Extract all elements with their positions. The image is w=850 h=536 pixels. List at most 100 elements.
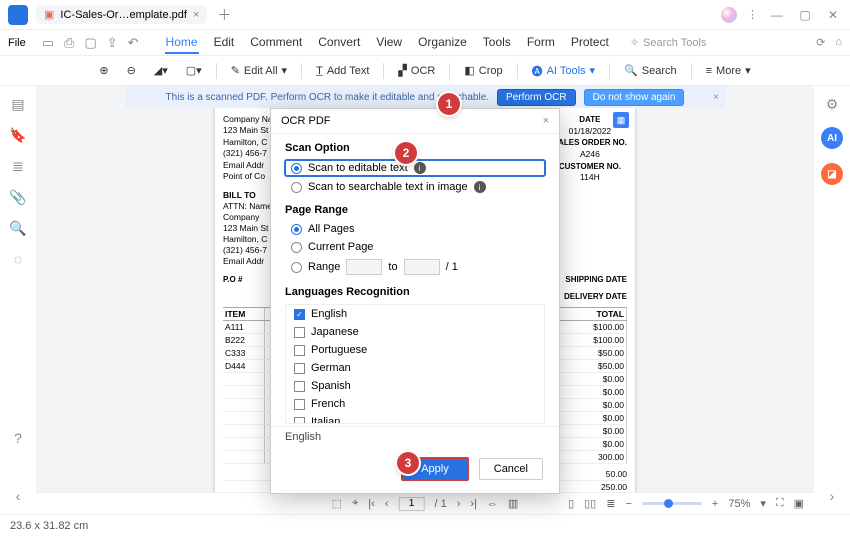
highlight-tool[interactable]: ◢▾ xyxy=(148,61,174,80)
zoom-out-icon[interactable]: − xyxy=(625,498,631,510)
fit-width-icon[interactable]: ⇔ xyxy=(487,498,498,510)
language-option[interactable]: German xyxy=(286,359,544,377)
share-icon[interactable]: ⇪ xyxy=(107,35,118,51)
language-list[interactable]: EnglishJapanesePortugueseGermanSpanishFr… xyxy=(285,304,545,424)
thumbnail-icon[interactable]: ▤ xyxy=(11,96,24,113)
ocr-button[interactable]: ▞ OCR xyxy=(392,61,441,80)
zoom-in-button[interactable]: ⊕ xyxy=(93,61,114,80)
collapse-left-icon[interactable]: ‹ xyxy=(16,488,21,504)
account-avatar[interactable] xyxy=(721,7,737,23)
open-icon[interactable]: ▭ xyxy=(42,35,54,51)
shape-tool[interactable]: ▢▾ xyxy=(180,61,208,80)
help-icon[interactable]: ? xyxy=(14,430,22,446)
add-tab-button[interactable]: ＋ xyxy=(217,5,231,25)
language-option[interactable]: English xyxy=(286,305,544,323)
add-text-button[interactable]: T̲ Add Text xyxy=(310,62,375,80)
view-continuous-icon[interactable]: ≣ xyxy=(606,497,615,510)
range-to-input[interactable] xyxy=(404,259,440,275)
view-single-icon[interactable]: ▯ xyxy=(568,497,574,510)
menu-tab-home[interactable]: Home xyxy=(165,32,199,54)
zoom-out-button[interactable]: ⊖ xyxy=(121,61,142,80)
language-option[interactable]: French xyxy=(286,395,544,413)
minimize-button[interactable]: — xyxy=(768,8,786,22)
option-all-pages[interactable]: All Pages xyxy=(271,220,559,238)
menu-tab-form[interactable]: Form xyxy=(526,32,556,54)
checkbox-icon xyxy=(294,363,305,374)
fields-icon[interactable]: ≣ xyxy=(12,158,24,175)
view-toolbar: ⬚ ⌖ |‹ ‹ / 1 › ›| ⇔ ▥ ▯ ▯▯ ≣ − + 75%▾ ⛶ … xyxy=(36,492,814,514)
range-from-input[interactable] xyxy=(346,259,382,275)
ai-tools-button[interactable]: 🅐 AI Tools▾ xyxy=(526,60,601,82)
more-button[interactable]: ≡ More▾ xyxy=(700,61,757,80)
menu-file[interactable]: File xyxy=(8,37,26,49)
info-icon[interactable]: i xyxy=(414,162,426,174)
close-tab-icon[interactable]: × xyxy=(193,9,199,21)
dimensions-label: 23.6 x 31.82 cm xyxy=(10,520,88,532)
page-number-input[interactable] xyxy=(398,497,424,511)
option-editable-text[interactable]: Scan to editable text i xyxy=(285,160,545,176)
fit-page-icon[interactable]: ⛶ xyxy=(776,497,784,510)
option-range[interactable]: Range to / 1 xyxy=(271,256,559,278)
zoom-level: 75% xyxy=(728,498,750,510)
menu-tab-edit[interactable]: Edit xyxy=(213,32,236,54)
app-chip-icon[interactable]: ◪ xyxy=(821,163,843,185)
menu-tab-tools[interactable]: Tools xyxy=(482,32,512,54)
attachment-icon[interactable]: 📎 xyxy=(9,189,26,206)
menubar: File ▭ ⎙ ▢ ⇪ ↶ Home Edit Comment Convert Vie… xyxy=(0,30,850,56)
menu-tab-convert[interactable]: Convert xyxy=(317,32,361,54)
hand-tool-icon[interactable]: ⬚ xyxy=(332,497,342,510)
checkbox-icon xyxy=(294,327,305,338)
option-searchable-text[interactable]: Scan to searchable text in image i xyxy=(271,178,559,196)
doc-type-icon: ▦ xyxy=(613,112,629,128)
menu-tab-view[interactable]: View xyxy=(375,32,403,54)
dialog-close-icon[interactable]: × xyxy=(543,115,549,127)
collapse-right-icon[interactable]: › xyxy=(830,488,835,504)
home-icon[interactable]: ⌂ xyxy=(835,36,842,49)
option-current-page[interactable]: Current Page xyxy=(271,238,559,256)
bookmark-icon[interactable]: 🔖 xyxy=(9,127,26,144)
search-tools[interactable]: ✧ Search Tools xyxy=(630,36,707,49)
menu-tab-comment[interactable]: Comment xyxy=(249,32,303,54)
zoom-slider[interactable] xyxy=(642,502,702,505)
banner-close-icon[interactable]: × xyxy=(713,92,719,103)
view-double-icon[interactable]: ▯▯ xyxy=(584,497,596,510)
cancel-button[interactable]: Cancel xyxy=(479,458,543,480)
next-page-icon[interactable]: › xyxy=(457,498,461,510)
document-tab[interactable]: ▣ IC-Sales-Or…emplate.pdf × xyxy=(36,5,207,24)
edit-all-button[interactable]: ✎ Edit All▾ xyxy=(225,61,293,80)
perform-ocr-button[interactable]: Perform OCR xyxy=(497,89,576,106)
search-button[interactable]: 🔍 Search xyxy=(618,61,683,80)
select-tool-icon[interactable]: ⌖ xyxy=(352,497,358,510)
ai-chip-icon[interactable]: AI xyxy=(821,127,843,149)
settings-icon[interactable]: ⚙ xyxy=(826,96,839,113)
fullscreen-icon[interactable]: ▣ xyxy=(794,497,804,510)
kebab-icon[interactable]: ⋮ xyxy=(747,8,758,21)
zoom-in-icon[interactable]: + xyxy=(712,498,718,510)
last-page-icon[interactable]: ›| xyxy=(470,498,477,510)
maximize-button[interactable]: ▢ xyxy=(796,8,814,22)
print-icon[interactable]: ⎙ xyxy=(64,35,74,51)
info-icon[interactable]: i xyxy=(474,181,486,193)
layout-icon[interactable]: ▥ xyxy=(508,497,518,510)
menu-tab-organize[interactable]: Organize xyxy=(417,32,468,54)
language-option[interactable]: Spanish xyxy=(286,377,544,395)
prev-page-icon[interactable]: ‹ xyxy=(385,498,389,510)
undo-icon[interactable]: ↶ xyxy=(128,35,139,51)
languages-heading: Languages Recognition xyxy=(271,278,559,302)
search-rail-icon[interactable]: 🔍 xyxy=(9,220,26,237)
checkbox-icon xyxy=(294,399,305,410)
crop-button[interactable]: ◧ Crop xyxy=(458,61,508,80)
language-option[interactable]: Portuguese xyxy=(286,341,544,359)
close-window-button[interactable]: ✕ xyxy=(824,8,842,22)
menu-tab-protect[interactable]: Protect xyxy=(570,32,610,54)
cloud-icon[interactable]: ⟳ xyxy=(816,36,825,49)
first-page-icon[interactable]: |‹ xyxy=(368,498,375,510)
language-option[interactable]: Japanese xyxy=(286,323,544,341)
save-icon[interactable]: ▢ xyxy=(84,35,96,51)
dont-show-again-button[interactable]: Do not show again xyxy=(584,89,685,106)
page-range-heading: Page Range xyxy=(271,196,559,220)
tab-title: IC-Sales-Or…emplate.pdf xyxy=(60,9,187,21)
checkbox-icon xyxy=(294,345,305,356)
annotations-icon[interactable]: ◌ xyxy=(14,251,22,267)
language-option[interactable]: Italian xyxy=(286,413,544,424)
